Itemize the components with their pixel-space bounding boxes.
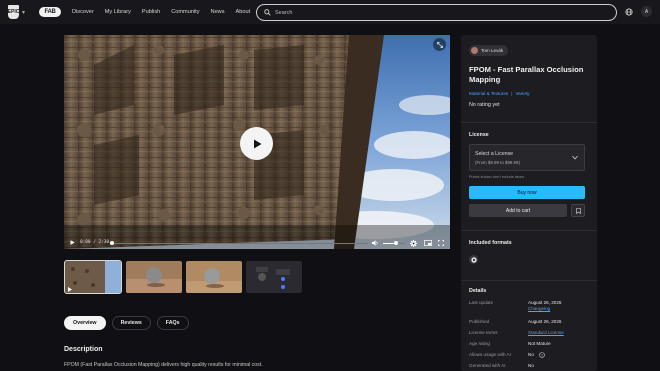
fab-logo-text: FAB (44, 9, 56, 15)
video-time: 0:00 / 2:30 (80, 239, 110, 245)
play-button[interactable] (240, 127, 273, 160)
nav-discover[interactable]: Discover (72, 9, 94, 15)
seller-name: Tom Levák (481, 48, 504, 53)
add-to-cart-button[interactable]: Add to cart (469, 204, 567, 217)
nav-about[interactable]: About (236, 9, 251, 15)
product-categories: Material & Textures | Variety (469, 91, 529, 96)
category-link[interactable]: Variety (515, 91, 529, 96)
thumbnail-image (65, 261, 121, 293)
license-price-range: (From $9.99 to $99.99) (475, 160, 520, 165)
detail-key: Last update (469, 300, 494, 305)
detail-value: August 26, 2026 (528, 300, 562, 305)
tab-reviews[interactable]: Reviews (111, 316, 151, 330)
tab-overview[interactable]: Overview (64, 316, 106, 330)
license-heading: License (469, 132, 489, 138)
detail-value: August 26, 2026 (528, 319, 562, 324)
category-separator: | (511, 90, 513, 96)
picture-in-picture-icon[interactable] (424, 240, 432, 246)
seller-chip[interactable]: Tom Levák (469, 45, 509, 56)
bookmark-button[interactable] (571, 204, 585, 217)
nav-news[interactable]: News (211, 9, 225, 15)
epic-games-logo[interactable]: EPIC (8, 5, 19, 19)
unreal-engine-icon[interactable] (469, 255, 478, 264)
detail-key: Generated with AI (469, 363, 506, 368)
thumbnail-1[interactable] (64, 260, 122, 294)
tax-note: Prices shown don't include taxes (469, 175, 524, 179)
search-bar[interactable] (256, 4, 617, 21)
settings-gear-icon[interactable] (410, 239, 417, 247)
detail-value: Not Mature (528, 341, 551, 346)
description-text: FPOM (Fast Parallax Occlusion Mapping) d… (64, 362, 263, 368)
volume-icon[interactable] (372, 239, 379, 246)
nav-my-library[interactable]: My Library (105, 9, 131, 15)
product-tabs: Overview Reviews FAQs (64, 316, 189, 330)
seller-avatar (471, 47, 478, 54)
license-terms-link[interactable]: Standard License (528, 330, 564, 335)
tab-faqs[interactable]: FAQs (156, 316, 189, 330)
bookmark-icon (575, 207, 581, 214)
fab-logo[interactable]: FAB (39, 7, 61, 17)
user-avatar[interactable]: A (641, 6, 652, 17)
thumbnail-2[interactable] (126, 261, 182, 293)
detail-key: Published (469, 319, 490, 324)
progress-knob[interactable] (110, 241, 114, 245)
buy-now-button[interactable]: Buy now (469, 186, 585, 199)
play-control-icon[interactable] (70, 240, 75, 245)
thumbnail-image (246, 261, 302, 293)
thumbnail-image (126, 261, 182, 293)
globe-icon[interactable] (625, 8, 633, 16)
main-nav: Discover My Library Publish Community Ne… (72, 0, 261, 24)
product-title: FPOM - Fast Parallax Occlusion Mapping (469, 65, 584, 84)
chevron-down-icon (572, 155, 578, 160)
detail-key: Allows usage with AI (469, 352, 511, 357)
play-icon (253, 139, 261, 148)
epic-logo-text: EPIC (7, 9, 20, 15)
divider (461, 122, 597, 123)
description-heading: Description (64, 346, 103, 353)
detail-key: Age rating (469, 341, 490, 346)
license-select[interactable]: Select a License (From $9.99 to $99.99) (469, 144, 585, 171)
divider (461, 280, 597, 281)
product-rating: No rating yet (469, 102, 500, 108)
divider (461, 230, 597, 231)
category-link[interactable]: Material & Textures (469, 91, 508, 96)
details-heading: Details (469, 288, 487, 294)
volume-slider[interactable] (383, 241, 405, 245)
detail-key: License terms (469, 330, 498, 335)
chevron-down-icon[interactable]: ▾ (22, 9, 25, 16)
thumbnail-image (186, 261, 242, 293)
top-navigation-bar: EPIC ▾ FAB Discover My Library Publish C… (0, 0, 660, 24)
license-select-label: Select a License (475, 151, 514, 157)
expand-icon[interactable] (433, 38, 446, 51)
fullscreen-icon[interactable] (438, 240, 444, 246)
search-icon (264, 9, 271, 16)
video-progress-bar[interactable] (110, 241, 368, 245)
thumbnail-3[interactable] (186, 261, 242, 293)
nav-community[interactable]: Community (171, 9, 199, 15)
thumbnail-4[interactable] (246, 261, 302, 293)
help-icon[interactable]: ? (539, 352, 545, 358)
detail-value: No (528, 352, 534, 357)
formats-heading: Included formats (469, 240, 512, 246)
changelog-link[interactable]: Changelog (528, 306, 550, 311)
detail-value: No (528, 363, 534, 368)
nav-publish[interactable]: Publish (142, 9, 160, 15)
search-input[interactable] (275, 9, 575, 16)
